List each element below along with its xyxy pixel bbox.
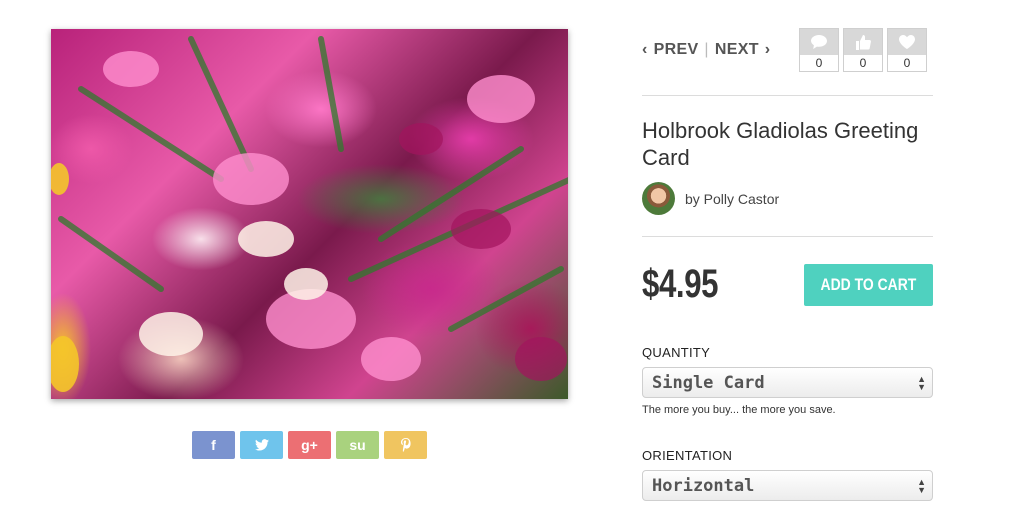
select-arrows-icon: ▲ ▼	[917, 476, 926, 495]
quantity-selected-value: Single Card	[652, 372, 765, 393]
comments-count: 0	[800, 55, 838, 71]
add-to-cart-button[interactable]: ADD TO CART	[804, 264, 933, 306]
social-stats: 0 0 0	[799, 28, 927, 72]
favorites-count: 0	[888, 55, 926, 71]
product-image[interactable]	[51, 29, 568, 399]
facebook-share-button[interactable]: f	[192, 431, 235, 459]
twitter-share-button[interactable]	[240, 431, 283, 459]
divider	[642, 236, 933, 237]
add-to-cart-label: ADD TO CART	[820, 275, 917, 294]
product-title: Holbrook Gladiolas Greeting Card	[642, 118, 919, 170]
heart-icon	[899, 35, 915, 49]
chevron-left-icon[interactable]: ‹	[642, 41, 648, 59]
favorites-stat[interactable]: 0	[887, 28, 927, 72]
prev-link[interactable]: PREV	[654, 41, 699, 59]
share-buttons: f g+ su	[192, 431, 427, 459]
orientation-select[interactable]: Horizontal ▲ ▼	[642, 470, 933, 501]
pinterest-icon	[400, 438, 411, 452]
thumbs-up-icon	[855, 34, 871, 50]
googleplus-share-button[interactable]: g+	[288, 431, 331, 459]
quantity-label: QUANTITY	[642, 345, 711, 360]
quantity-select[interactable]: Single Card ▲ ▼	[642, 367, 933, 398]
next-link[interactable]: NEXT	[715, 41, 759, 59]
artist-avatar[interactable]	[642, 182, 675, 215]
flower-illustration	[51, 36, 568, 392]
stumbleupon-icon: su	[349, 437, 366, 453]
quantity-hint: The more you buy... the more you save.	[642, 404, 836, 416]
googleplus-icon: g+	[301, 437, 318, 453]
nav-separator: |	[704, 41, 709, 58]
comment-icon	[811, 35, 827, 49]
likes-count: 0	[844, 55, 882, 71]
likes-stat[interactable]: 0	[843, 28, 883, 72]
twitter-icon	[254, 439, 269, 451]
product-navigation: ‹ PREV | NEXT ›	[642, 38, 770, 62]
divider	[642, 95, 933, 96]
stumbleupon-share-button[interactable]: su	[336, 431, 379, 459]
select-arrows-icon: ▲ ▼	[917, 373, 926, 392]
comments-stat[interactable]: 0	[799, 28, 839, 72]
chevron-right-icon[interactable]: ›	[765, 41, 771, 59]
orientation-label: ORIENTATION	[642, 448, 733, 463]
product-price: $4.95	[642, 262, 719, 306]
pinterest-share-button[interactable]	[384, 431, 427, 459]
artist-byline[interactable]: by Polly Castor	[685, 191, 779, 207]
facebook-icon: f	[211, 437, 216, 453]
orientation-selected-value: Horizontal	[652, 475, 755, 496]
